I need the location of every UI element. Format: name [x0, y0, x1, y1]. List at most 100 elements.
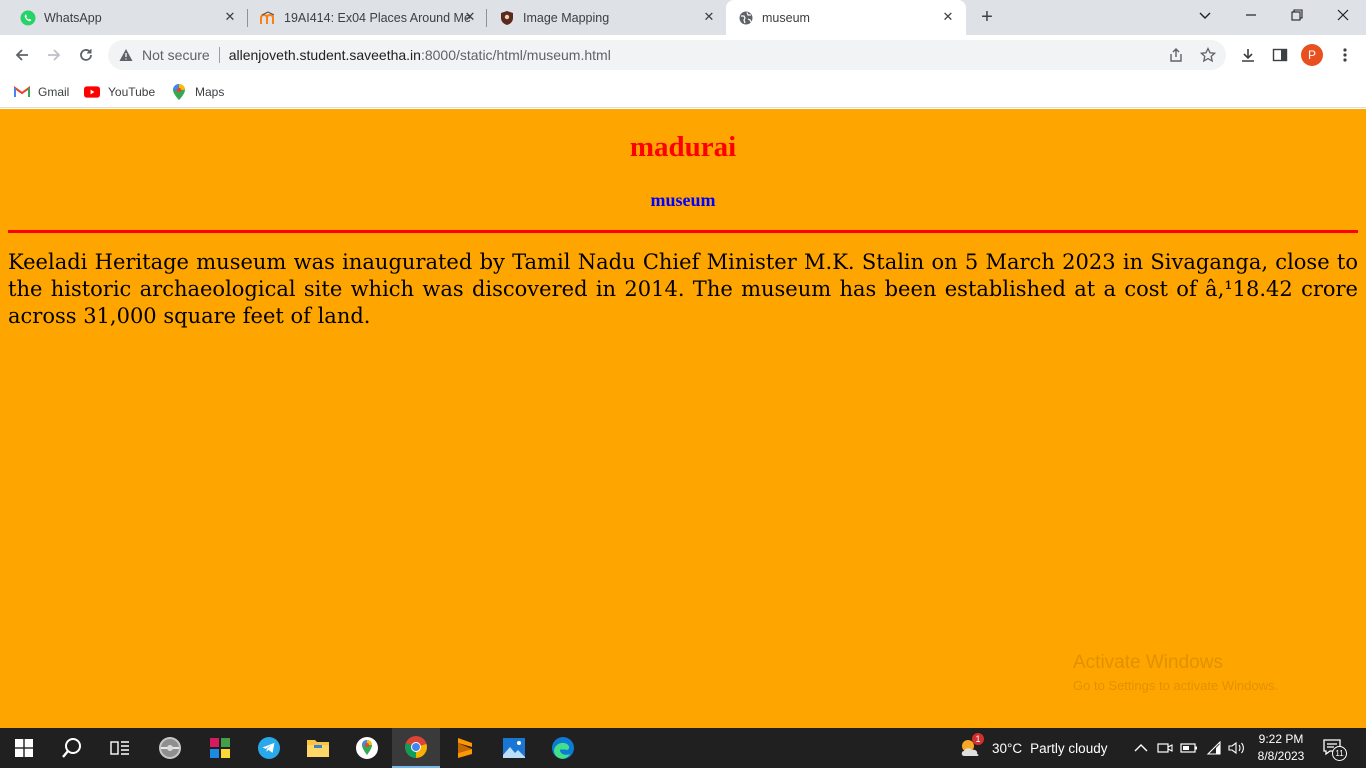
- notification-center-button[interactable]: 11: [1322, 738, 1347, 761]
- edge-icon: [552, 737, 574, 759]
- watermark-subtitle: Go to Settings to activate Windows.: [1073, 678, 1279, 693]
- telegram-icon: [258, 737, 280, 759]
- restore-button[interactable]: [1274, 0, 1320, 30]
- security-label[interactable]: Not secure: [142, 47, 210, 63]
- side-panel-icon[interactable]: [1269, 44, 1291, 66]
- profile-avatar[interactable]: P: [1301, 44, 1323, 66]
- tab-ex04-places[interactable]: 19AI414: Ex04 Places Around Me ✕: [248, 0, 486, 35]
- close-icon[interactable]: ✕: [222, 9, 238, 25]
- close-window-button[interactable]: [1320, 0, 1366, 30]
- tab-search-button[interactable]: [1182, 0, 1228, 30]
- maps-icon: [171, 84, 187, 100]
- tab-museum[interactable]: museum ✕: [726, 0, 966, 35]
- chevron-down-icon: [1199, 12, 1211, 19]
- download-icon[interactable]: [1237, 44, 1259, 66]
- youtube-icon: [84, 84, 100, 100]
- warning-icon[interactable]: [118, 47, 134, 63]
- bookmark-label: Gmail: [38, 85, 70, 99]
- reload-button[interactable]: [72, 41, 100, 69]
- taskbar-app-file-explorer[interactable]: [294, 728, 342, 768]
- watermark-title: Activate Windows: [1073, 652, 1223, 673]
- close-icon: [1337, 9, 1349, 21]
- meet-now-icon[interactable]: [1156, 739, 1174, 757]
- bookmarks-bar: Gmail YouTube Maps: [0, 75, 1366, 108]
- address-bar[interactable]: Not secure allenjoveth.student.saveetha.…: [108, 40, 1226, 70]
- url-host: allenjoveth.student.saveetha.in: [228, 47, 421, 63]
- divider: [218, 47, 220, 63]
- weather-temperature: 30°C: [992, 740, 1023, 756]
- disk-icon: [159, 737, 181, 759]
- page-subtitle: museum: [650, 190, 716, 210]
- reload-icon: [80, 49, 92, 61]
- weather-widget[interactable]: 1 30°C Partly cloudy: [958, 728, 1107, 768]
- taskbar-app-maps[interactable]: [343, 728, 391, 768]
- tab-title: WhatsApp: [44, 10, 102, 25]
- taskbar-app-sublime[interactable]: [441, 728, 489, 768]
- folder-icon: [307, 740, 329, 757]
- weather-description: Partly cloudy: [1030, 740, 1108, 756]
- page-viewport: madurai museum Keeladi Heritage museum w…: [0, 109, 1366, 728]
- close-icon[interactable]: ✕: [940, 9, 956, 25]
- moodle-icon: [260, 10, 276, 26]
- partly-cloudy-icon: 1: [958, 733, 984, 761]
- tab-title: 19AI414: Ex04 Places Around Me: [284, 10, 471, 25]
- notification-count-badge: 11: [1332, 746, 1347, 761]
- taskbar-app-disk[interactable]: [146, 728, 194, 768]
- system-clock[interactable]: 9:22 PM 8/8/2023: [1250, 731, 1312, 765]
- tab-title: Image Mapping: [523, 10, 610, 25]
- arrow-right-icon: [48, 49, 61, 61]
- tab-image-mapping[interactable]: Image Mapping ✕: [487, 0, 725, 35]
- back-button[interactable]: [8, 41, 36, 69]
- volume-icon[interactable]: [1228, 739, 1246, 757]
- bookmark-maps[interactable]: Maps: [171, 81, 224, 103]
- url-path: :8000/static/html/museum.html: [420, 47, 611, 63]
- bookmark-star-icon[interactable]: [1200, 47, 1216, 63]
- bookmark-gmail[interactable]: Gmail: [14, 81, 69, 103]
- globe-icon: [738, 10, 754, 26]
- maps-icon: [356, 737, 378, 759]
- museum-description: Keeladi Heritage museum was inaugurated …: [8, 250, 1358, 328]
- bookmark-label: YouTube: [108, 85, 156, 99]
- winrar-icon: [210, 738, 230, 758]
- new-tab-button[interactable]: +: [976, 6, 998, 28]
- close-icon[interactable]: ✕: [462, 9, 478, 25]
- minimize-button[interactable]: [1228, 0, 1274, 30]
- share-icon[interactable]: [1168, 47, 1184, 63]
- shield-icon: [499, 10, 515, 26]
- tab-whatsapp[interactable]: WhatsApp ✕: [0, 0, 248, 35]
- tab-strip: WhatsApp ✕ 19AI414: Ex04 Places Around M…: [0, 0, 1366, 35]
- search-icon: [62, 738, 81, 758]
- taskbar-app-winrar[interactable]: [196, 728, 244, 768]
- taskbar: 1 30°C Partly cloudy 9:22 PM 8/8/2023 11: [0, 728, 1366, 768]
- sublime-icon: [458, 738, 472, 758]
- windows-icon: [15, 739, 33, 757]
- forward-button[interactable]: [40, 41, 68, 69]
- taskbar-app-photos[interactable]: [490, 728, 538, 768]
- task-view-button[interactable]: [96, 728, 144, 768]
- activate-windows-watermark: Activate Windows Go to Settings to activ…: [1073, 652, 1278, 693]
- taskbar-app-edge[interactable]: [539, 728, 587, 768]
- battery-icon[interactable]: [1180, 739, 1198, 757]
- page-title: madurai: [629, 131, 737, 163]
- weather-badge: 1: [972, 733, 984, 745]
- whatsapp-icon: [20, 10, 36, 26]
- horizontal-rule: [8, 230, 1358, 233]
- arrow-left-icon: [15, 49, 28, 61]
- tab-title: museum: [762, 10, 810, 25]
- chevron-up-icon[interactable]: [1132, 739, 1150, 757]
- bookmark-youtube[interactable]: YouTube: [84, 81, 155, 103]
- wifi-icon[interactable]: [1205, 739, 1223, 757]
- bookmark-label: Maps: [195, 85, 225, 99]
- task-view-icon: [110, 741, 129, 755]
- clock-time: 9:22 PM: [1258, 732, 1304, 746]
- search-button[interactable]: [48, 728, 96, 768]
- url-text[interactable]: allenjoveth.student.saveetha.in:8000/sta…: [229, 47, 611, 63]
- taskbar-app-chrome[interactable]: [392, 728, 440, 768]
- browser-toolbar: Not secure allenjoveth.student.saveetha.…: [0, 35, 1366, 75]
- minimize-icon: [1246, 14, 1256, 16]
- taskbar-app-telegram[interactable]: [245, 728, 293, 768]
- start-button[interactable]: [0, 728, 48, 768]
- gmail-icon: [14, 84, 30, 100]
- close-icon[interactable]: ✕: [701, 9, 717, 25]
- kebab-menu-icon[interactable]: [1334, 44, 1356, 66]
